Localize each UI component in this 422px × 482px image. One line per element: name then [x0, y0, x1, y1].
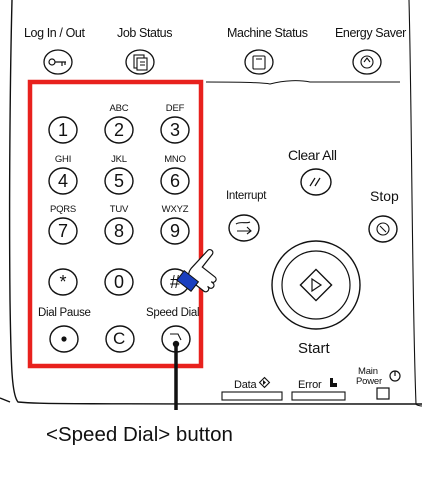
callout-caption: <Speed Dial> button [46, 423, 233, 446]
control-panel-diagram: Log In / Out Job Status Machine Status E… [0, 0, 422, 482]
pointing-hand-icon [176, 248, 217, 293]
